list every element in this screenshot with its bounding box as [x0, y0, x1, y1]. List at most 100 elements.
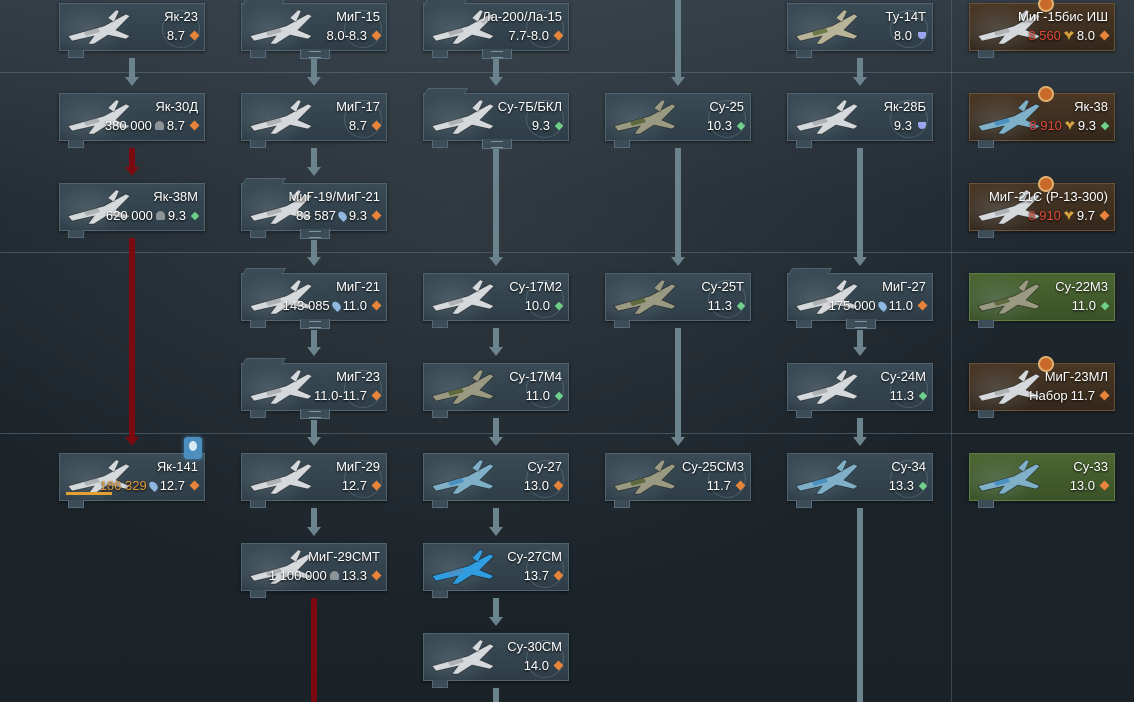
card-slot-tab — [614, 320, 630, 328]
tree-connector — [493, 328, 499, 348]
vehicle-card-су-17м4[interactable]: Су-17М4 11.0 — [423, 363, 569, 418]
vehicle-card-су-25см3[interactable]: Су-25СМ3 11.7 — [605, 453, 751, 508]
vehicle-card-миг-27[interactable]: МиГ-27 175 000 11.0 — [787, 268, 933, 329]
battle-rating: 9.3 — [167, 208, 186, 223]
vehicle-card-су-22м3[interactable]: Су-22М3 11.0 — [969, 273, 1115, 328]
vehicle-stats: 8.0 — [894, 28, 926, 43]
vehicle-card-як-28б[interactable]: Як-28Б 9.3 — [787, 93, 933, 148]
vehicle-card-миг-21[interactable]: МиГ-21 143 085 11.0 — [241, 268, 387, 329]
vehicle-card-су-27[interactable]: Су-27 13.0 — [423, 453, 569, 508]
battle-rating: 10.0 — [524, 298, 550, 313]
card-slot-tab — [978, 320, 994, 328]
battle-rating: 9.3 — [893, 118, 912, 133]
card-slot-tab — [796, 410, 812, 418]
card-slot-tab — [68, 500, 84, 508]
aircraft-icon — [428, 636, 498, 685]
research-points-icon — [330, 299, 343, 312]
vehicle-card-як-38м[interactable]: Як-38М 620 000 9.3 — [59, 183, 205, 238]
vehicle-cost: 1 100 000 — [268, 568, 327, 583]
vehicle-card-су-7б-бкл[interactable]: Су-7Б/БКЛ 9.3 — [423, 88, 569, 149]
vehicle-card-миг-23мл[interactable]: МиГ-23МЛ Набор 11.7 — [969, 356, 1115, 418]
group-expand-icon[interactable] — [846, 319, 876, 329]
vehicle-card-су-17м2[interactable]: Су-17М2 10.0 — [423, 273, 569, 328]
orange-role-icon — [371, 30, 382, 41]
vehicle-card-як-38[interactable]: Як-38 8 910 9.3 — [969, 86, 1115, 148]
vehicle-stats: 13.0 — [1070, 478, 1110, 493]
battle-rating: 13.3 — [888, 478, 914, 493]
vehicle-name: МиГ-27 — [882, 279, 926, 294]
orange-role-icon — [735, 480, 746, 491]
green-role-icon — [736, 301, 746, 310]
vehicle-cost: Набор — [1029, 388, 1068, 403]
battle-rating: 13.3 — [341, 568, 367, 583]
vehicle-card-миг-15бис-иш[interactable]: МиГ-15бис ИШ 8 560 8.0 — [969, 0, 1115, 58]
vehicle-cost: 186 329 — [99, 478, 147, 493]
orange-role-icon — [1099, 390, 1110, 401]
orange-role-icon — [553, 660, 564, 671]
aircraft-icon — [610, 456, 680, 505]
vehicle-card-су-34[interactable]: Су-34 13.3 — [787, 453, 933, 508]
tree-connector — [857, 508, 863, 702]
vehicle-card-су-25[interactable]: Су-25 10.3 — [605, 93, 751, 148]
vehicle-cost: 620 000 — [105, 208, 153, 223]
vehicle-card-як-23[interactable]: Як-23 8.7 — [59, 3, 205, 58]
vehicle-card-су-27см[interactable]: Су-27СМ 13.7 — [423, 543, 569, 598]
vehicle-stats: 11.7 — [707, 478, 746, 493]
tree-arrow — [307, 257, 321, 266]
green-role-icon — [918, 391, 928, 400]
vehicle-name: Як-141 — [156, 459, 198, 474]
card-slot-tab — [796, 500, 812, 508]
card-slot-tab — [68, 140, 84, 148]
card-slot-tab — [978, 50, 994, 58]
green-role-icon — [1100, 301, 1110, 310]
vehicle-card-миг-19-миг-21[interactable]: МиГ-19/МиГ-21 83 587 9.3 — [241, 178, 387, 239]
vehicle-stats: 186 329 12.7 — [99, 478, 200, 493]
research-path-connector — [311, 598, 317, 702]
silver-lion-icon — [155, 211, 165, 220]
vehicle-card-су-25т[interactable]: Су-25Т 11.3 — [605, 273, 751, 328]
aircraft-icon — [428, 276, 498, 325]
battle-rating: 11.0 — [1071, 298, 1096, 313]
battle-rating: 13.0 — [523, 478, 549, 493]
vehicle-card-су-30см[interactable]: Су-30СМ 14.0 — [423, 633, 569, 688]
battle-rating: 9.3 — [1077, 118, 1096, 133]
vehicle-card-ла-200-ла-15[interactable]: Ла-200/Ла-15 7.7-8.0 — [423, 0, 569, 59]
tree-connector — [493, 418, 499, 438]
research-path-connector — [129, 148, 135, 168]
battle-rating: 11.0 — [888, 298, 913, 313]
card-slot-tab — [250, 500, 266, 508]
group-expand-icon[interactable] — [482, 139, 512, 149]
vehicle-card-як-141[interactable]: Як-141 186 329 12.7 — [59, 453, 205, 508]
vehicle-card-ту-14т[interactable]: Ту-14Т 8.0 — [787, 3, 933, 58]
vehicle-card-су-33[interactable]: Су-33 13.0 — [969, 453, 1115, 508]
vehicle-card-миг-17[interactable]: МиГ-17 8.7 — [241, 93, 387, 148]
group-expand-icon[interactable] — [300, 49, 330, 59]
tree-connector — [493, 688, 499, 702]
rank-separator — [0, 433, 1134, 434]
vehicle-card-як-30д[interactable]: Як-30Д 380 000 8.7 — [59, 93, 205, 148]
green-role-icon — [1100, 121, 1110, 130]
group-expand-icon[interactable] — [300, 319, 330, 329]
vehicle-card-миг-29[interactable]: МиГ-29 12.7 — [241, 453, 387, 508]
tree-arrow — [125, 167, 139, 176]
vehicle-card-су-24м[interactable]: Су-24М 11.3 — [787, 363, 933, 418]
vehicle-stats: 11.0 — [526, 388, 564, 403]
research-points-icon — [336, 209, 349, 222]
aircraft-icon — [428, 456, 498, 505]
vehicle-card-миг-23[interactable]: МиГ-23 11.0-11.7 — [241, 358, 387, 419]
green-role-icon — [554, 301, 564, 310]
research-pin-icon[interactable] — [184, 437, 202, 459]
vehicle-name: МиГ-23МЛ — [1044, 369, 1108, 384]
tree-arrow — [307, 527, 321, 536]
vehicle-name: Су-33 — [1073, 459, 1108, 474]
aircraft-icon — [428, 96, 498, 145]
aircraft-icon — [64, 6, 134, 55]
vehicle-card-миг-15[interactable]: МиГ-15 8.0-8.3 — [241, 0, 387, 59]
group-expand-icon[interactable] — [300, 229, 330, 239]
group-expand-icon[interactable] — [482, 49, 512, 59]
tree-arrow — [853, 347, 867, 356]
card-slot-tab — [432, 500, 448, 508]
group-expand-icon[interactable] — [300, 409, 330, 419]
vehicle-card-миг-21с-р-13-300[interactable]: МиГ-21С (Р-13-300) 8 910 9.7 — [969, 176, 1115, 238]
vehicle-card-миг-29смт[interactable]: МиГ-29СМТ 1 100 000 13.3 — [241, 543, 387, 598]
